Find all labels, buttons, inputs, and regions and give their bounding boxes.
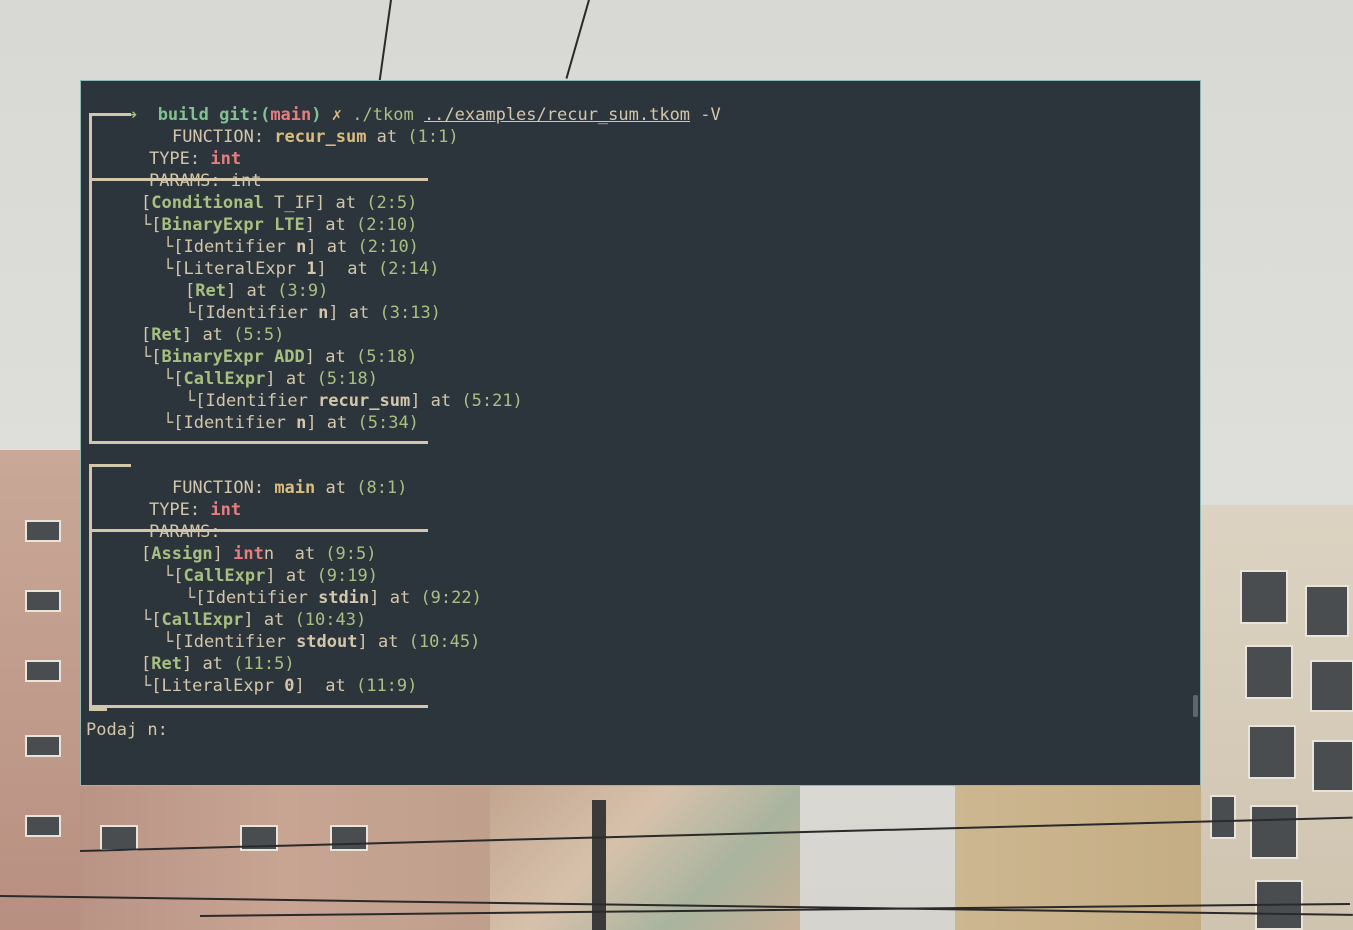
ast-node: └[Identifier n] at (2:10) — [163, 237, 419, 257]
window — [1312, 740, 1353, 792]
function-name: recur_sum — [274, 127, 367, 147]
literal-value: 0 — [284, 676, 295, 696]
node-kind: BinaryExpr ADD — [161, 347, 305, 367]
window — [100, 825, 138, 851]
type-value: int — [233, 544, 264, 564]
node-kind: Assign — [151, 544, 213, 564]
node-kind: Conditional — [151, 193, 264, 213]
position: (2:14) — [377, 259, 440, 279]
window — [330, 825, 368, 851]
position: (8:1) — [356, 478, 408, 498]
window — [25, 815, 61, 837]
ast-node: └[Identifier stdout] at (10:45) — [163, 632, 481, 652]
position: (10:43) — [294, 610, 367, 630]
function-name: main — [274, 478, 316, 498]
position: (5:34) — [357, 413, 419, 433]
window — [1240, 570, 1288, 624]
prompt-flag: -V — [700, 105, 721, 125]
prompt-arg-path[interactable]: ../examples/recur_sum.tkom — [424, 105, 690, 125]
position: (10:45) — [408, 632, 481, 652]
params-label: PARAMS: — [148, 522, 221, 542]
ast-node: └[LiteralExpr 1] at (2:14) — [163, 259, 440, 279]
overhead-wire — [565, 0, 590, 79]
stdin-prompt[interactable]: Podaj n: — [86, 719, 168, 741]
window — [25, 520, 61, 542]
function-box-main — [89, 464, 107, 711]
ast-node: [Ret] at (11:5) — [141, 654, 295, 674]
position: (11:9) — [355, 676, 418, 696]
ast-node: └[Identifier stdin] at (9:22) — [185, 588, 482, 608]
window — [1305, 585, 1349, 637]
identifier-name: n — [296, 237, 307, 257]
params-value: int — [230, 171, 262, 191]
window — [1250, 805, 1298, 859]
ast-node: └[LiteralExpr 0] at (11:9) — [141, 676, 418, 696]
ast-node: └[CallExpr] at (5:18) — [163, 369, 378, 389]
node-kind: Ret — [151, 654, 182, 674]
identifier-name: n — [318, 303, 329, 323]
position: (5:21) — [461, 391, 523, 411]
ast-node: └[Identifier n] at (3:13) — [185, 303, 441, 323]
window — [25, 735, 61, 757]
ast-node: └[Identifier n] at (5:34) — [163, 413, 419, 433]
window — [1310, 660, 1353, 712]
position: (3:13) — [379, 303, 441, 323]
window — [25, 660, 61, 682]
overhead-wire — [378, 0, 392, 82]
position: (2:5) — [366, 193, 418, 213]
position: (3:9) — [277, 281, 329, 301]
position: (5:18) — [355, 347, 418, 367]
identifier-name: stdout — [296, 632, 358, 652]
function-footer-rule — [89, 441, 428, 444]
node-kind: CallExpr — [161, 610, 244, 630]
ast-node: [Ret] at (3:9) — [185, 281, 329, 301]
position: (9:19) — [316, 566, 378, 586]
function-footer-rule — [89, 705, 428, 708]
params-label: PARAMS: — [148, 171, 231, 191]
function-box-recur-sum — [89, 113, 107, 444]
building-bottom-left — [80, 786, 490, 930]
position: (1:1) — [407, 127, 459, 147]
position: (9:22) — [420, 588, 482, 608]
ast-node: [Ret] at (5:5) — [141, 325, 285, 345]
identifier-name: n — [296, 413, 307, 433]
identifier-name: stdin — [318, 588, 370, 608]
node-kind: Ret — [151, 325, 182, 345]
position: (2:10) — [355, 215, 418, 235]
literal-value: 1 — [306, 259, 317, 279]
window — [1245, 645, 1293, 699]
window — [25, 590, 61, 612]
position: (5:5) — [233, 325, 285, 345]
ast-node: └[BinaryExpr ADD] at (5:18) — [141, 347, 418, 367]
ast-node: └[CallExpr] at (9:19) — [163, 566, 378, 586]
ast-node: [Assign] intn at (9:5) — [141, 544, 377, 564]
terminal-scrollbar[interactable] — [1193, 695, 1198, 717]
function-header-rule — [89, 113, 131, 116]
window — [1210, 795, 1236, 839]
ast-node: └[CallExpr] at (10:43) — [141, 610, 367, 630]
function-header-rule — [89, 464, 131, 467]
position: (11:5) — [233, 654, 295, 674]
ast-node: └[BinaryExpr LTE] at (2:10) — [141, 215, 418, 235]
node-kind: CallExpr — [183, 369, 266, 389]
position: (2:10) — [357, 237, 419, 257]
building-right — [1201, 505, 1353, 930]
node-kind: BinaryExpr LTE — [161, 215, 305, 235]
node-kind: Ret — [195, 281, 226, 301]
ast-node: [Conditional T_IF] at (2:5) — [141, 193, 418, 213]
position: (9:5) — [325, 544, 377, 564]
terminal-window[interactable]: ➔ build git:(main) ✗ ./tkom ../examples/… — [80, 80, 1201, 786]
window — [1248, 725, 1296, 779]
at-label: at — [315, 478, 357, 498]
node-kind: CallExpr — [183, 566, 266, 586]
identifier-name: recur_sum — [318, 391, 411, 411]
ast-node: └[Identifier recur_sum] at (5:21) — [185, 391, 523, 411]
position: (5:18) — [316, 369, 378, 389]
at-label: at — [366, 127, 408, 147]
